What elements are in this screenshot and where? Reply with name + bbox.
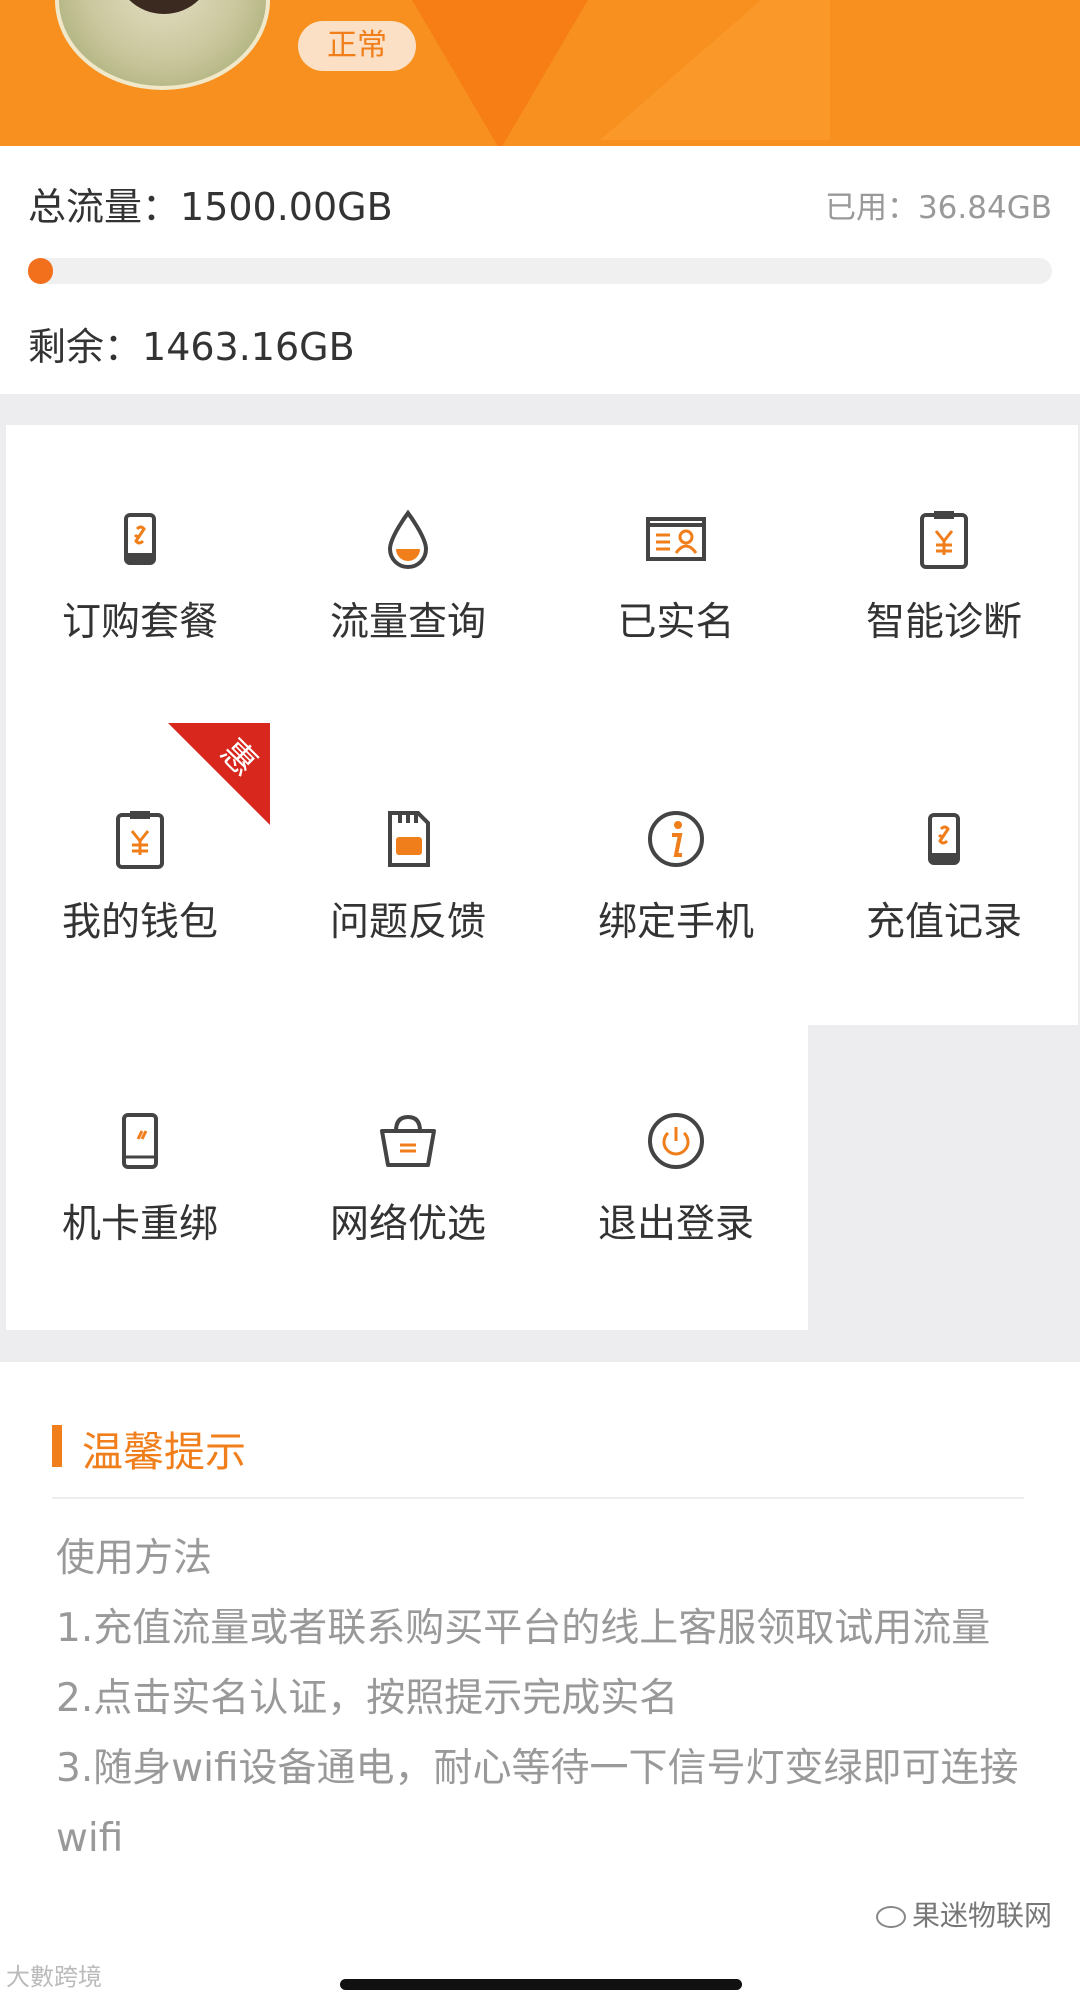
menu-item-label: 机卡重绑: [61, 1202, 218, 1247]
menu-item-label: 流量查询: [329, 600, 486, 645]
sim-card-icon: [378, 807, 438, 871]
menu-item-label: 绑定手机: [597, 900, 754, 945]
total-traffic-value: 1500.00GB: [180, 185, 393, 229]
tips-title: 温馨提示: [82, 1428, 246, 1476]
avatar-seal: [114, 0, 214, 14]
total-traffic-label: 总流量：: [28, 185, 181, 229]
traffic-summary: 总流量：1500.00GB 已用：36.84GB 剩余：1463.16GB: [0, 146, 1080, 394]
watermark-right-text: 果迷物联网: [911, 1899, 1052, 1932]
remaining-traffic-label: 剩余：: [28, 325, 143, 369]
phone-link-icon: [110, 507, 170, 571]
remaining-traffic-value: 1463.16GB: [142, 325, 355, 369]
menu-item-label: 退出登录: [597, 1202, 754, 1247]
tips-section: 温馨提示 使用方法 1.充值流量或者联系购买平台的线上客服领取试用流量 2.点击…: [0, 1362, 1080, 1942]
remaining-traffic: 剩余：1463.16GB: [28, 316, 355, 371]
menu-item-recharge-history[interactable]: 充值记录: [810, 725, 1078, 1025]
watermark-left: 大數跨境: [6, 1963, 102, 1991]
home-indicator[interactable]: [340, 1979, 742, 1990]
power-icon: [646, 1109, 706, 1173]
menu-item-label: 网络优选: [329, 1202, 486, 1247]
tips-line: 使用方法: [56, 1536, 213, 1581]
promo-badge: 惠: [168, 723, 270, 825]
tips-line: 3.随身wifi设备通电，耐心等待一下信号灯变绿即可连接wifi: [56, 1746, 1019, 1861]
tips-accent-bar: [52, 1425, 62, 1467]
menu-item-label: 智能诊断: [865, 600, 1022, 645]
tips-line: 1.充值流量或者联系购买平台的线上客服领取试用流量: [56, 1606, 991, 1651]
tips-body: 使用方法 1.充值流量或者联系购买平台的线上客服领取试用流量 2.点击实名认证，…: [56, 1524, 1026, 1874]
avatar[interactable]: [55, 0, 270, 90]
status-badge: 正常: [298, 21, 416, 71]
menu-item-label: 已实名: [617, 600, 735, 645]
menu-item-label: 我的钱包: [61, 900, 218, 945]
menu-item-rebind-card[interactable]: 机卡重绑: [6, 1027, 274, 1327]
usage-progress-fill: [28, 258, 54, 284]
phone-slash-icon: [110, 1109, 170, 1173]
menu-item-label: 订购套餐: [61, 600, 218, 645]
menu-item-traffic-query[interactable]: 流量查询: [274, 425, 542, 725]
info-icon: [646, 807, 706, 871]
used-traffic-label: 已用：: [824, 190, 918, 226]
water-drop-icon: [378, 507, 438, 571]
menu-item-label: 问题反馈: [329, 900, 486, 945]
used-traffic-value: 36.84GB: [917, 190, 1052, 226]
footer: 大數跨境 果迷物联网: [0, 1899, 1080, 2003]
basket-icon: [378, 1109, 438, 1173]
menu-item-verified[interactable]: 已实名: [542, 425, 810, 725]
used-traffic: 已用：36.84GB: [825, 182, 1052, 227]
menu-item-order-plan[interactable]: 订购套餐: [6, 425, 274, 725]
tips-line: 2.点击实名认证，按照提示完成实名: [56, 1676, 679, 1721]
wechat-icon: [875, 1906, 906, 1928]
account-header: 正常: [0, 0, 1080, 146]
phone-link-icon: [914, 807, 974, 871]
clipboard-yuan-icon: [914, 507, 974, 571]
watermark-right: 果迷物联网: [875, 1894, 1052, 1934]
menu-item-feedback[interactable]: 问题反馈: [274, 725, 542, 1025]
usage-progress-bar: [28, 258, 1052, 284]
menu-item-logout[interactable]: 退出登录: [542, 1027, 810, 1327]
clipboard-yuan-icon: [110, 807, 170, 871]
menu-item-bind-phone[interactable]: 绑定手机: [542, 725, 810, 1025]
menu-item-smart-diagnosis[interactable]: 智能诊断: [810, 425, 1078, 725]
menu-item-network-select[interactable]: 网络优选: [274, 1027, 542, 1327]
header-decoration: [600, 0, 830, 140]
total-traffic: 总流量：1500.00GB: [28, 176, 393, 231]
divider: [52, 1497, 1024, 1499]
id-card-icon: [646, 507, 706, 571]
menu-item-label: 充值记录: [865, 900, 1022, 945]
